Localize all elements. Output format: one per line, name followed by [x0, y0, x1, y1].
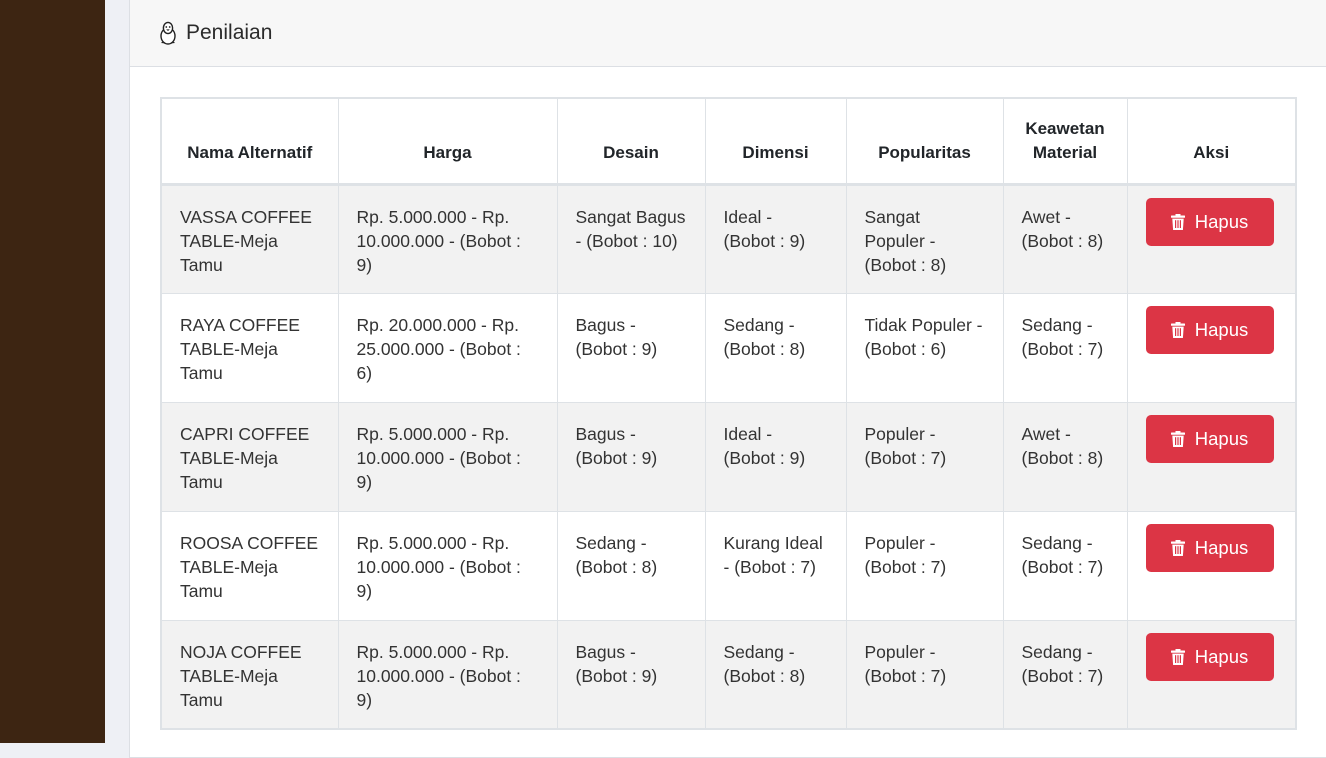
hapus-button[interactable]: Hapus [1145, 305, 1274, 354]
penilaian-table: Nama Alternatif Harga Desain Dimensi Pop… [160, 97, 1297, 730]
linux-icon [158, 20, 180, 46]
table-header-row: Nama Alternatif Harga Desain Dimensi Pop… [160, 97, 1297, 186]
trash-icon [1170, 539, 1185, 556]
cell-aksi: Hapus [1126, 619, 1297, 730]
cell-keawetan: Sedang - (Bobot : 7) [1002, 619, 1128, 730]
cell-nama: CAPRI COFFEE TABLE-Meja Tamu [160, 401, 339, 512]
column-header: Aksi [1126, 97, 1297, 186]
hapus-button[interactable]: Hapus [1145, 523, 1274, 572]
cell-nama: VASSA COFFEE TABLE-Meja Tamu [160, 183, 339, 294]
cell-dimensi: Sedang - (Bobot : 8) [704, 619, 847, 730]
cell-aksi: Hapus [1126, 401, 1297, 512]
cell-keawetan: Awet - (Bobot : 8) [1002, 183, 1128, 294]
cell-popularitas: Sangat Populer - (Bobot : 8) [845, 183, 1004, 294]
cell-popularitas: Tidak Populer - (Bobot : 6) [845, 292, 1004, 403]
cell-keawetan: Sedang - (Bobot : 7) [1002, 510, 1128, 621]
trash-icon [1170, 321, 1185, 338]
table-row: CAPRI COFFEE TABLE-Meja Tamu Rp. 5.000.0… [160, 401, 1297, 512]
cell-popularitas: Populer - (Bobot : 7) [845, 619, 1004, 730]
table-row: ROOSA COFFEE TABLE-Meja Tamu Rp. 5.000.0… [160, 510, 1297, 621]
column-header: Harga [337, 97, 558, 186]
table-row: RAYA COFFEE TABLE-Meja Tamu Rp. 20.000.0… [160, 292, 1297, 403]
cell-harga: Rp. 5.000.000 - Rp. 10.000.000 - (Bobot … [337, 619, 558, 730]
cell-dimensi: Ideal - (Bobot : 9) [704, 183, 847, 294]
table-row: NOJA COFFEE TABLE-Meja Tamu Rp. 5.000.00… [160, 619, 1297, 730]
hapus-button[interactable]: Hapus [1145, 632, 1274, 681]
column-header: Desain [556, 97, 706, 186]
hapus-button[interactable]: Hapus [1145, 197, 1274, 246]
cell-harga: Rp. 5.000.000 - Rp. 10.000.000 - (Bobot … [337, 401, 558, 512]
table-row: VASSA COFFEE TABLE-Meja Tamu Rp. 5.000.0… [160, 183, 1297, 294]
penilaian-card: Penilaian Nama Alternatif Harga Desain D… [129, 0, 1326, 758]
hapus-label: Hapus [1194, 536, 1249, 558]
hapus-label: Hapus [1194, 645, 1249, 667]
sidebar [0, 0, 105, 743]
cell-popularitas: Populer - (Bobot : 7) [845, 510, 1004, 621]
cell-dimensi: Kurang Ideal - (Bobot : 7) [704, 510, 847, 621]
column-header: Nama Alternatif [160, 97, 339, 186]
cell-harga: Rp. 20.000.000 - Rp. 25.000.000 - (Bobot… [337, 292, 558, 403]
cell-desain: Bagus - (Bobot : 9) [556, 619, 706, 730]
hapus-button[interactable]: Hapus [1145, 414, 1274, 463]
cell-desain: Bagus - (Bobot : 9) [556, 292, 706, 403]
cell-popularitas: Populer - (Bobot : 7) [845, 401, 1004, 512]
card-header: Penilaian [130, 0, 1326, 67]
hapus-label: Hapus [1194, 318, 1249, 340]
cell-aksi: Hapus [1126, 510, 1297, 621]
cell-harga: Rp. 5.000.000 - Rp. 10.000.000 - (Bobot … [337, 183, 558, 294]
cell-nama: ROOSA COFFEE TABLE-Meja Tamu [160, 510, 339, 621]
page-title: Penilaian [186, 20, 273, 44]
cell-keawetan: Awet - (Bobot : 8) [1002, 401, 1128, 512]
trash-icon [1170, 430, 1185, 447]
cell-aksi: Hapus [1126, 292, 1297, 403]
column-header: Dimensi [704, 97, 847, 186]
cell-nama: RAYA COFFEE TABLE-Meja Tamu [160, 292, 339, 403]
cell-dimensi: Sedang - (Bobot : 8) [704, 292, 847, 403]
trash-icon [1170, 648, 1185, 665]
hapus-label: Hapus [1194, 210, 1249, 232]
column-header: Keawetan Material [1002, 97, 1128, 186]
penilaian-table-wrapper: Nama Alternatif Harga Desain Dimensi Pop… [160, 97, 1297, 730]
cell-desain: Sangat Bagus - (Bobot : 10) [556, 183, 706, 294]
cell-desain: Sedang - (Bobot : 8) [556, 510, 706, 621]
cell-nama: NOJA COFFEE TABLE-Meja Tamu [160, 619, 339, 730]
hapus-label: Hapus [1194, 427, 1249, 449]
column-header: Popularitas [845, 97, 1004, 186]
cell-dimensi: Ideal - (Bobot : 9) [704, 401, 847, 512]
trash-icon [1170, 213, 1185, 230]
cell-desain: Bagus - (Bobot : 9) [556, 401, 706, 512]
cell-harga: Rp. 5.000.000 - Rp. 10.000.000 - (Bobot … [337, 510, 558, 621]
cell-keawetan: Sedang - (Bobot : 7) [1002, 292, 1128, 403]
cell-aksi: Hapus [1126, 183, 1297, 294]
